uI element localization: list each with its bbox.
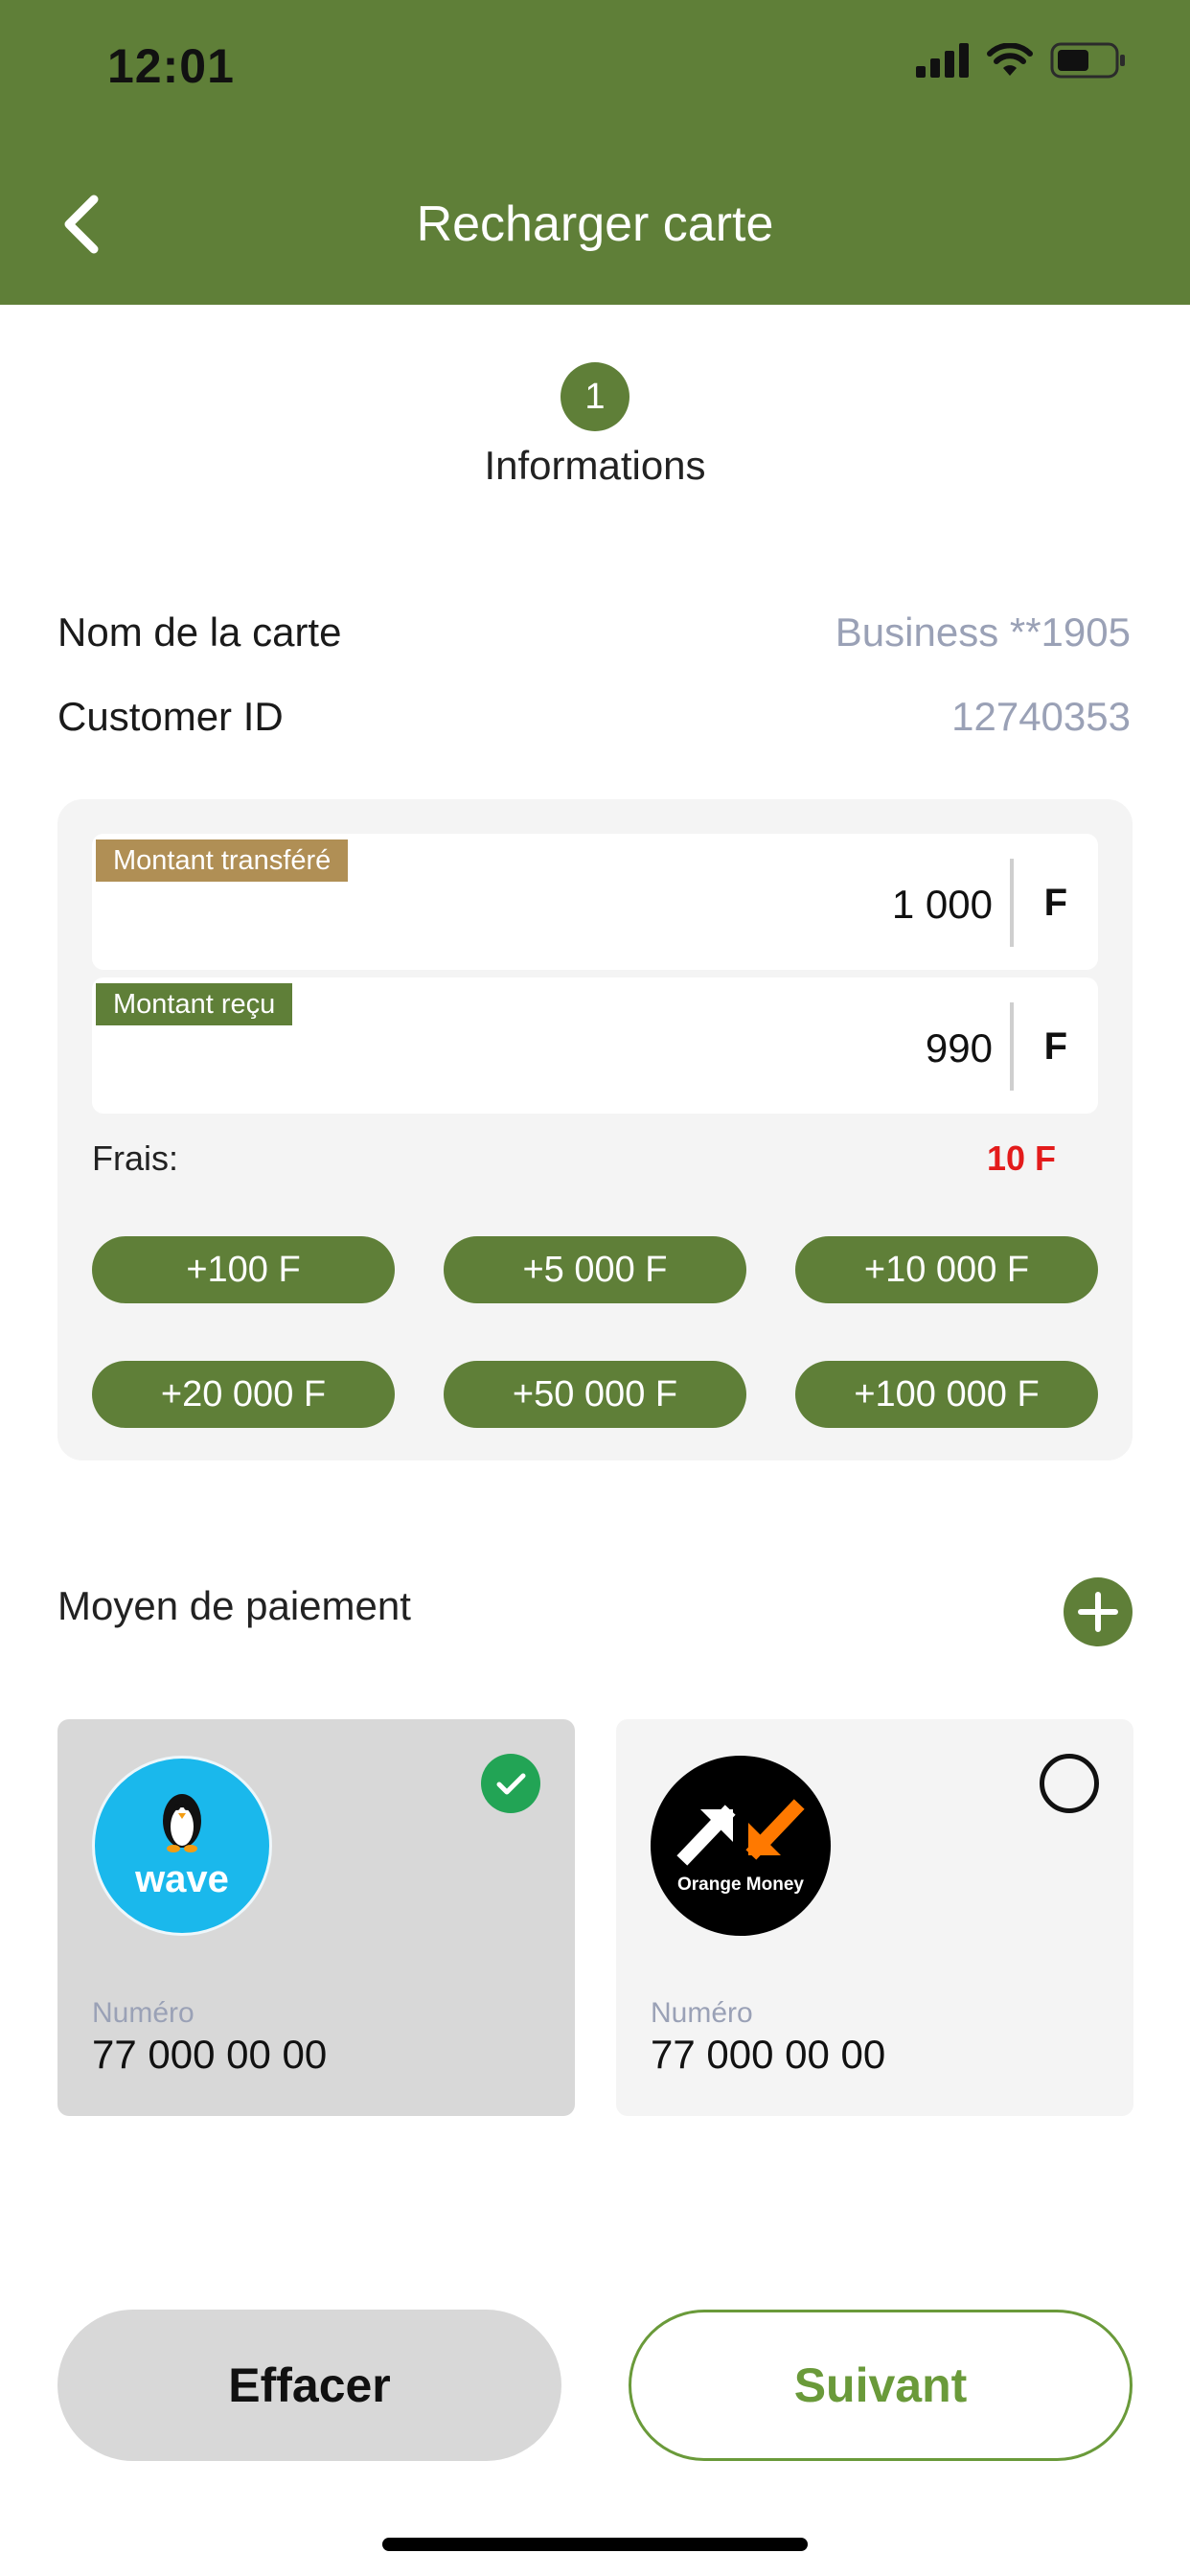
quick-amount-100000[interactable]: +100 000 F <box>795 1361 1098 1428</box>
received-amount-label: Montant reçu <box>96 983 293 1025</box>
currency-unit: F <box>1043 1025 1067 1068</box>
received-amount-value[interactable]: 990 <box>926 1025 993 1071</box>
wave-logo-text: wave <box>135 1858 229 1900</box>
checkmark-icon <box>496 1773 526 1795</box>
orange-money-arrows-icon <box>676 1799 805 1866</box>
radio-button-unselected[interactable] <box>1040 1754 1099 1813</box>
clear-button[interactable]: Effacer <box>57 2310 561 2461</box>
amount-card: Montant transféré 1 000 F Montant reçu 9… <box>57 799 1133 1460</box>
status-icons <box>916 42 1127 79</box>
wifi-icon <box>987 43 1033 76</box>
currency-unit: F <box>1043 882 1067 924</box>
payment-card-wave[interactable]: wave Numéro 77 000 00 00 <box>57 1719 575 2116</box>
status-time: 12:01 <box>107 39 235 93</box>
quick-amount-5000[interactable]: +5 000 F <box>444 1236 746 1303</box>
quick-amount-50000[interactable]: +50 000 F <box>444 1361 746 1428</box>
card-name-label: Nom de la carte <box>57 610 342 655</box>
card-name-row: Nom de la carte Business **1905 <box>57 610 1131 656</box>
fees-label: Frais: <box>92 1138 178 1178</box>
penguin-icon <box>163 1794 201 1852</box>
transferred-amount-value[interactable]: 1 000 <box>892 882 993 928</box>
step-label: Informations <box>484 443 706 488</box>
customer-id-label: Customer ID <box>57 694 284 739</box>
payment-method-label: Moyen de paiement <box>57 1583 411 1628</box>
add-payment-button[interactable] <box>1064 1577 1133 1646</box>
orange-money-logo-text: Orange Money <box>677 1874 804 1895</box>
quick-amount-20000[interactable]: +20 000 F <box>92 1361 395 1428</box>
plus-icon <box>1078 1592 1118 1632</box>
number-label: Numéro <box>651 1997 753 2029</box>
step-indicator: 1 <box>561 362 629 431</box>
payment-card-orange-money[interactable]: Orange Money Numéro 77 000 00 00 <box>616 1719 1133 2116</box>
card-name-value: Business **1905 <box>835 610 1131 655</box>
next-button[interactable]: Suivant <box>629 2310 1133 2461</box>
customer-id-row: Customer ID 12740353 <box>57 694 1131 740</box>
transferred-amount-field[interactable]: Montant transféré 1 000 F <box>92 834 1098 970</box>
selected-check-icon[interactable] <box>481 1754 540 1813</box>
customer-id-value: 12740353 <box>951 694 1131 739</box>
page-title: Recharger carte <box>416 196 774 252</box>
number-label: Numéro <box>92 1997 195 2029</box>
app-header: 12:01 Recharger carte <box>0 0 1190 305</box>
home-indicator <box>382 2538 808 2551</box>
cellular-signal-icon <box>916 43 969 78</box>
battery-icon <box>1050 42 1125 79</box>
quick-amount-100[interactable]: +100 F <box>92 1236 395 1303</box>
phone-number: 77 000 00 00 <box>651 2032 886 2077</box>
phone-number: 77 000 00 00 <box>92 2032 328 2077</box>
wave-logo: wave <box>92 1756 272 1936</box>
orange-money-logo: Orange Money <box>651 1756 831 1936</box>
received-amount-field[interactable]: Montant reçu 990 F <box>92 978 1098 1114</box>
transferred-amount-label: Montant transféré <box>96 840 349 882</box>
field-divider <box>1010 859 1014 947</box>
quick-amount-10000[interactable]: +10 000 F <box>795 1236 1098 1303</box>
field-divider <box>1010 1002 1014 1091</box>
fees-value: 10 F <box>986 1138 1056 1178</box>
